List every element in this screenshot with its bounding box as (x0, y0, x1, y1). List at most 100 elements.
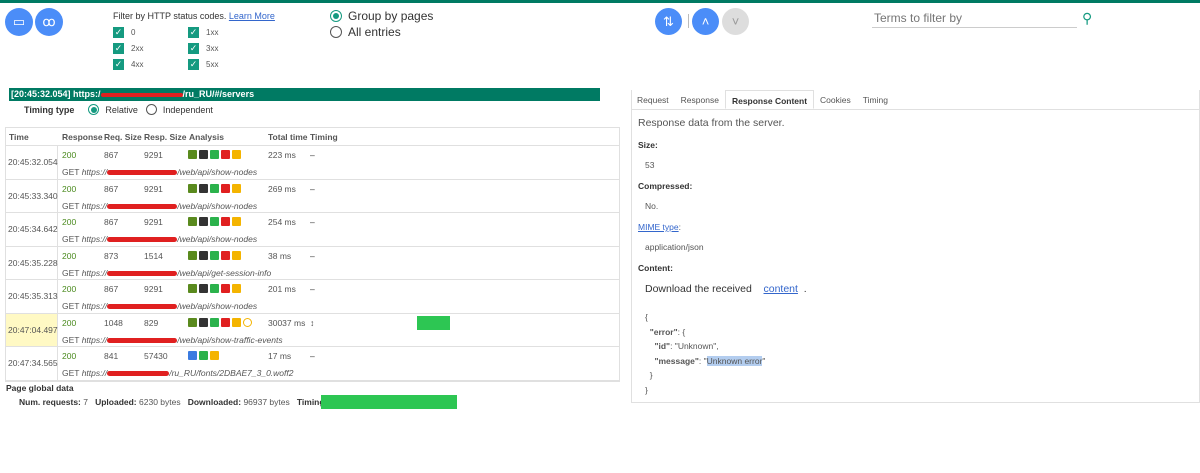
download-end: . (803, 283, 807, 295)
filter-5xx-checkbox[interactable]: ✓ 5xx (188, 59, 218, 70)
checkbox-checked-icon: ✓ (188, 27, 199, 38)
row-url-suffix: /web/api/show-nodes (177, 234, 258, 244)
mime-type-link[interactable]: MIME type (638, 222, 679, 232)
json-key: "message" (654, 355, 699, 366)
previous-button[interactable]: ˄ (692, 8, 719, 35)
row-analysis (188, 317, 254, 327)
row-analysis (188, 350, 221, 361)
row-total-time: 17 ms (268, 351, 292, 361)
clock-icon (243, 317, 252, 327)
disk-red-icon (221, 217, 230, 227)
page-url-suffix: /ru_RU/#/servers (182, 89, 255, 99)
row-req-size: 867 (104, 183, 119, 194)
table-row[interactable]: 20:45:35.313 200 867 9291 201 ms – GET h… (6, 280, 619, 314)
row-url: GET https:// /web/api/show-nodes (62, 234, 257, 244)
save-icon (199, 250, 208, 260)
row-url-prefix: https:// (81, 267, 108, 278)
relative-radio[interactable] (88, 104, 100, 115)
row-timing: – (310, 150, 315, 160)
row-status: 200 (62, 351, 77, 361)
group-by-pages-radio[interactable]: Group by pages (330, 9, 433, 23)
cache-icon (232, 250, 241, 260)
table-row[interactable]: 20:45:32.054 200 867 9291 223 ms – GET h… (6, 146, 619, 180)
disk-red-icon (221, 284, 230, 294)
save-icon (199, 217, 208, 227)
disk-red-icon (221, 183, 230, 193)
redacted-mark (107, 170, 178, 176)
table-row[interactable]: 20:47:04.497 200 1048 829 30037 ms ↕ GET… (6, 313, 619, 347)
row-url: GET https:// /ru_RU/fonts/2DBAE7_3_0.woff… (62, 368, 293, 378)
row-total-time: 269 ms (268, 183, 296, 194)
page-time-url: [20:45:32.054] https:/ (11, 89, 101, 99)
table-row[interactable]: 20:45:34.642 200 867 9291 254 ms – GET h… (6, 213, 619, 247)
checkbox-checked-icon: ✓ (113, 59, 124, 70)
open-file-button[interactable]: ▭ (5, 8, 33, 36)
timing-bar (417, 315, 450, 330)
row-method: GET (62, 267, 80, 278)
all-entries-radio[interactable]: All entries (330, 25, 401, 39)
cache-icon (232, 284, 241, 294)
col-total-time: Total time (268, 131, 308, 142)
table-row[interactable]: 20:45:35.228 200 873 1514 38 ms – GET ht… (6, 246, 619, 280)
filter-label: 2xx (131, 44, 144, 53)
filter-1xx-checkbox[interactable]: ✓ 1xx (188, 27, 218, 38)
checkbox-checked-icon: ✓ (188, 43, 199, 54)
radio-icon (330, 26, 342, 38)
row-resp-size: 9291 (144, 183, 163, 194)
row-resp-size: 9291 (144, 150, 163, 160)
col-resp-size: Resp. Size (144, 131, 187, 142)
row-time: 20:45:35.228 (6, 246, 58, 279)
disk-red-icon (221, 150, 230, 160)
col-analysis: Analysis (189, 131, 224, 142)
tab-cookies[interactable]: Cookies (814, 90, 857, 109)
row-timing: – (310, 250, 315, 261)
json-text: : "Unknown", (670, 341, 719, 351)
json-text: : " (698, 355, 707, 366)
filter-search-input[interactable] (872, 8, 1077, 28)
row-time: 20:45:33.340 (6, 179, 58, 212)
row-req-size: 867 (104, 150, 119, 160)
redacted-mark (107, 337, 178, 343)
table-row[interactable]: 20:45:33.340 200 867 9291 269 ms – GET h… (6, 179, 619, 213)
gear-icon (188, 150, 197, 160)
mime-value: application/json (645, 242, 704, 252)
filter-4xx-checkbox[interactable]: ✓ 4xx (113, 59, 143, 70)
redacted-mark (107, 237, 178, 243)
incognito-icon: ꝏ (42, 14, 56, 29)
row-analysis (188, 283, 243, 294)
table-row[interactable]: 20:47:34.565 200 841 57430 17 ms – GET h… (6, 347, 619, 381)
tab-response[interactable]: Response (675, 90, 725, 109)
row-timing: – (310, 183, 315, 194)
download-content-link[interactable]: content (764, 283, 798, 295)
row-total-time: 254 ms (268, 217, 296, 227)
row-method: GET (62, 234, 80, 244)
selected-text[interactable]: Unknown error (706, 355, 763, 366)
row-method: GET (62, 200, 80, 211)
row-analysis (188, 250, 243, 260)
content-label: Content: (638, 263, 673, 273)
tab-request[interactable]: Request (631, 90, 675, 109)
cache-icon (210, 351, 219, 361)
row-url-suffix: /web/api/show-nodes (177, 167, 258, 177)
incognito-button[interactable]: ꝏ (35, 8, 63, 36)
redacted-mark (100, 92, 183, 97)
tab-timing[interactable]: Timing (857, 90, 894, 109)
filter-2xx-checkbox[interactable]: ✓ 2xx (113, 43, 143, 54)
page-header-bar[interactable]: [20:45:32.054] https:/ /ru_RU/#/servers (9, 88, 600, 101)
row-url: GET https:// /web/api/show-nodes (62, 167, 257, 177)
filter-0-checkbox[interactable]: ✓ 0 (113, 27, 135, 38)
sort-button[interactable]: ⇅ (655, 8, 682, 35)
learn-more-link[interactable]: Learn More (229, 11, 275, 21)
save-icon (199, 183, 208, 193)
filter-3xx-checkbox[interactable]: ✓ 3xx (188, 43, 218, 54)
cache-icon (232, 150, 241, 160)
search-icon[interactable]: ⚲ (1082, 10, 1092, 27)
row-total-time: 201 ms (268, 284, 296, 294)
tab-response-content[interactable]: Response Content (724, 90, 815, 109)
next-button[interactable]: ˅ (722, 8, 749, 35)
redacted-mark (107, 304, 178, 310)
row-time: 20:47:04.497 (6, 313, 58, 346)
independent-radio[interactable] (145, 104, 157, 115)
chevron-up-icon: ˄ (701, 14, 710, 29)
checkbox-checked-icon: ✓ (113, 27, 124, 38)
